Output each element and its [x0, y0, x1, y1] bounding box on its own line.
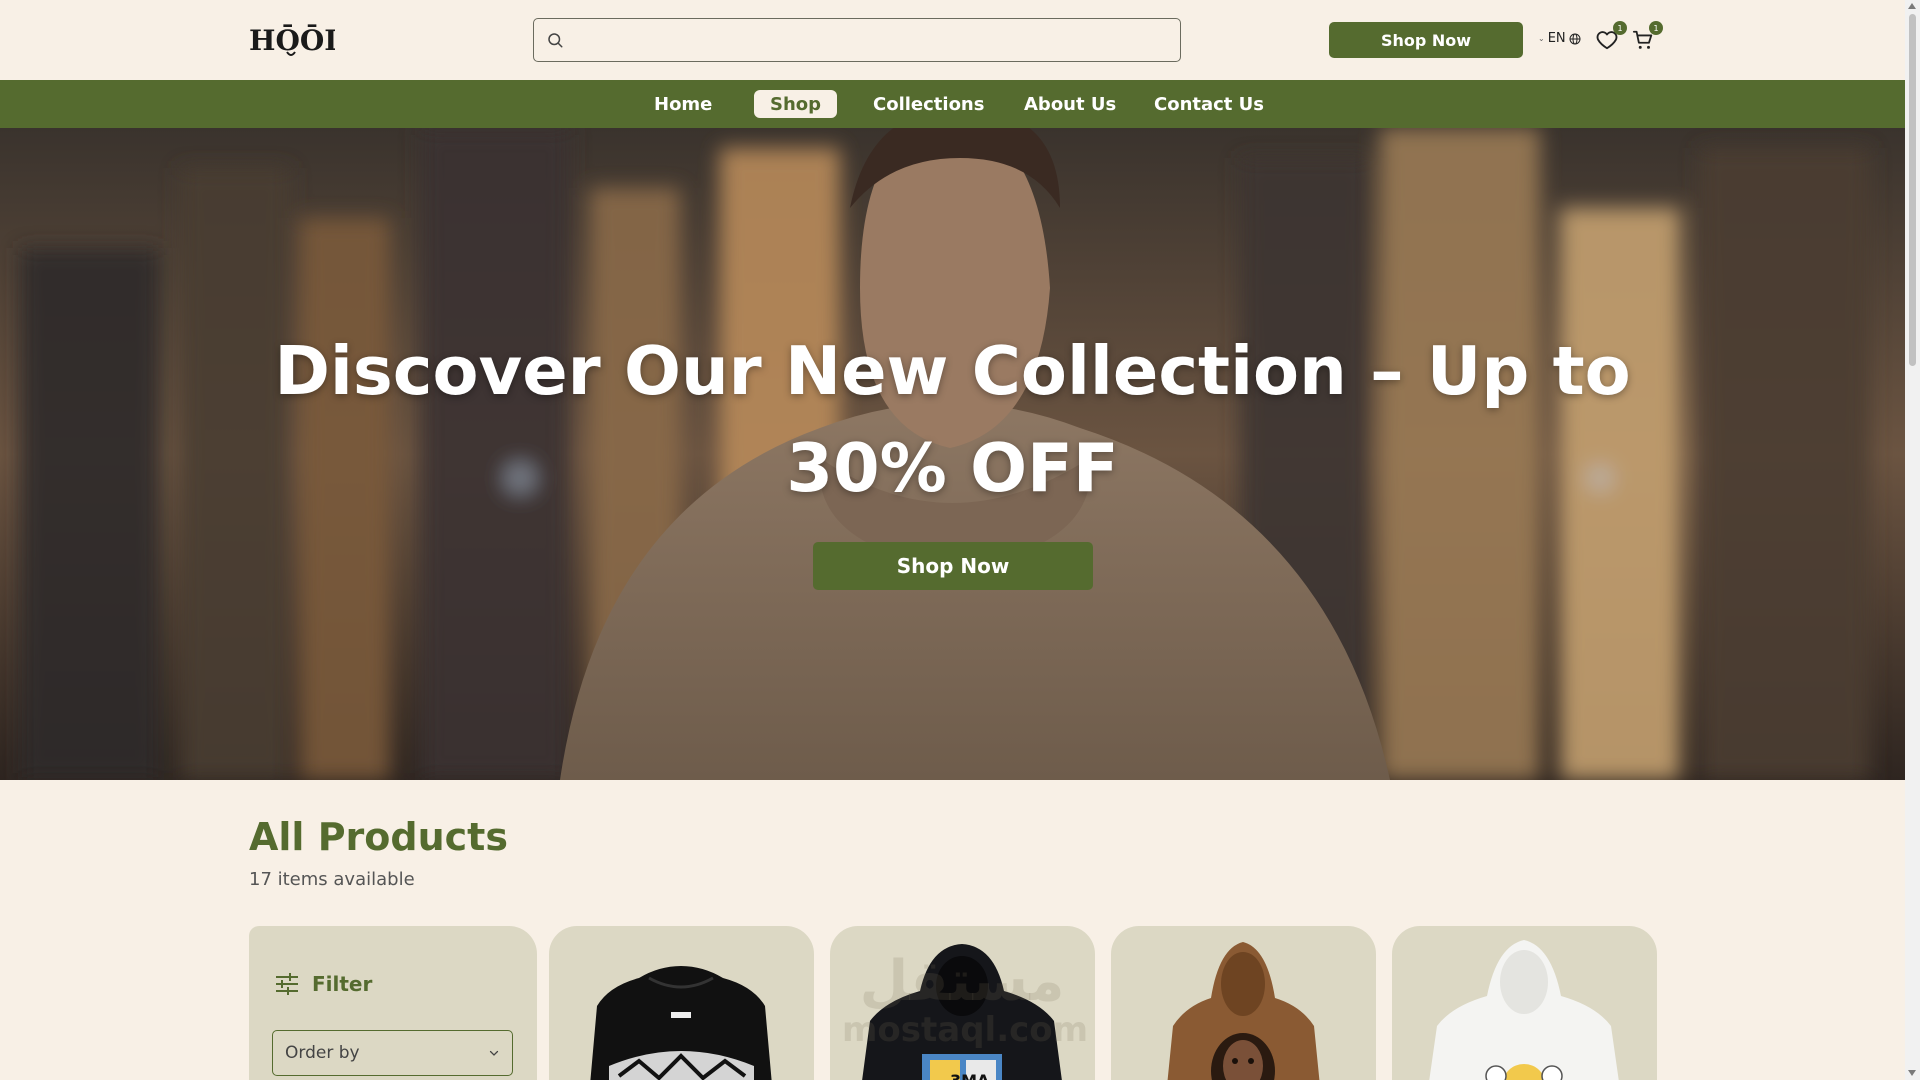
scrollbar-thumb[interactable] — [1909, 14, 1916, 366]
product-card[interactable] — [1392, 926, 1657, 1080]
hero-shop-now-button[interactable]: Shop Now — [813, 542, 1093, 590]
nav-item-shop[interactable]: Shop — [754, 90, 838, 118]
filter-label: Filter — [312, 972, 373, 996]
wishlist-badge: 1 — [1613, 21, 1627, 35]
shop-now-button[interactable]: Shop Now — [1329, 22, 1523, 58]
all-products-title: All Products — [249, 815, 508, 859]
logo-text: HŌŌD — [249, 24, 335, 57]
watermark-url: mostaql.com — [842, 1010, 1089, 1050]
nav-item-about-us[interactable]: About Us — [1008, 90, 1132, 118]
cart-badge: 1 — [1649, 21, 1663, 35]
product-card[interactable] — [549, 926, 814, 1080]
product-image-brown-hoodie — [1167, 942, 1320, 1080]
hero-title-line-2: 30% OFF — [786, 429, 1119, 507]
page-scrollbar[interactable] — [1905, 0, 1920, 1080]
product-image-white-hoodie — [1429, 940, 1619, 1080]
cart-button[interactable]: 1 — [1630, 21, 1663, 53]
header: HŌŌD Shop Now ⌄ EN 1 — [0, 0, 1905, 80]
logo-mark: HŌŌD — [249, 24, 349, 57]
filter-header: Filter — [274, 972, 372, 996]
chevron-down-icon: ⌄ — [1538, 34, 1545, 43]
watermark: مستقل mostaql.com — [842, 949, 1089, 1050]
language-label: EN — [1547, 31, 1566, 46]
scroll-down-arrow-icon[interactable] — [1908, 1070, 1916, 1076]
watermark-arabic: مستقل — [859, 949, 1065, 1014]
items-count: 17 items available — [249, 869, 415, 890]
product-image-black-hoodie — [590, 966, 772, 1080]
order-by-select[interactable]: Order by — [272, 1030, 513, 1076]
globe-icon — [1569, 33, 1581, 44]
page: HŌŌD Shop Now ⌄ EN 1 — [0, 0, 1905, 1080]
product-card[interactable] — [1111, 926, 1376, 1080]
search-input[interactable] — [564, 19, 1180, 61]
hero-title-line-1: Discover Our New Collection – Up to — [274, 332, 1631, 410]
nav-item-home[interactable]: Home — [638, 90, 728, 118]
scroll-up-arrow-icon[interactable] — [1908, 3, 1916, 9]
hero-title: Discover Our New Collection – Up to 30% … — [0, 323, 1905, 517]
sliders-icon — [276, 973, 298, 995]
logo[interactable]: HŌŌD — [249, 18, 349, 62]
search-bar[interactable] — [533, 18, 1181, 62]
nav-item-contact-us[interactable]: Contact Us — [1138, 90, 1280, 118]
language-selector[interactable]: ⌄ EN — [1538, 31, 1581, 46]
wishlist-button[interactable]: 1 — [1594, 21, 1627, 53]
filter-panel: Filter Order by — [249, 926, 537, 1080]
svg-text:3MA: 3MA — [950, 1071, 990, 1080]
hero-banner: Discover Our New Collection – Up to 30% … — [0, 128, 1905, 780]
nav-item-collections[interactable]: Collections — [857, 90, 1000, 118]
product-card[interactable]: 3MA مستقل mostaql.com — [830, 926, 1095, 1080]
chevron-down-icon — [489, 1050, 499, 1056]
search-icon — [548, 33, 563, 48]
main-nav: Home Shop Collections About Us Contact U… — [0, 80, 1905, 128]
order-by-value: Order by — [285, 1043, 360, 1063]
